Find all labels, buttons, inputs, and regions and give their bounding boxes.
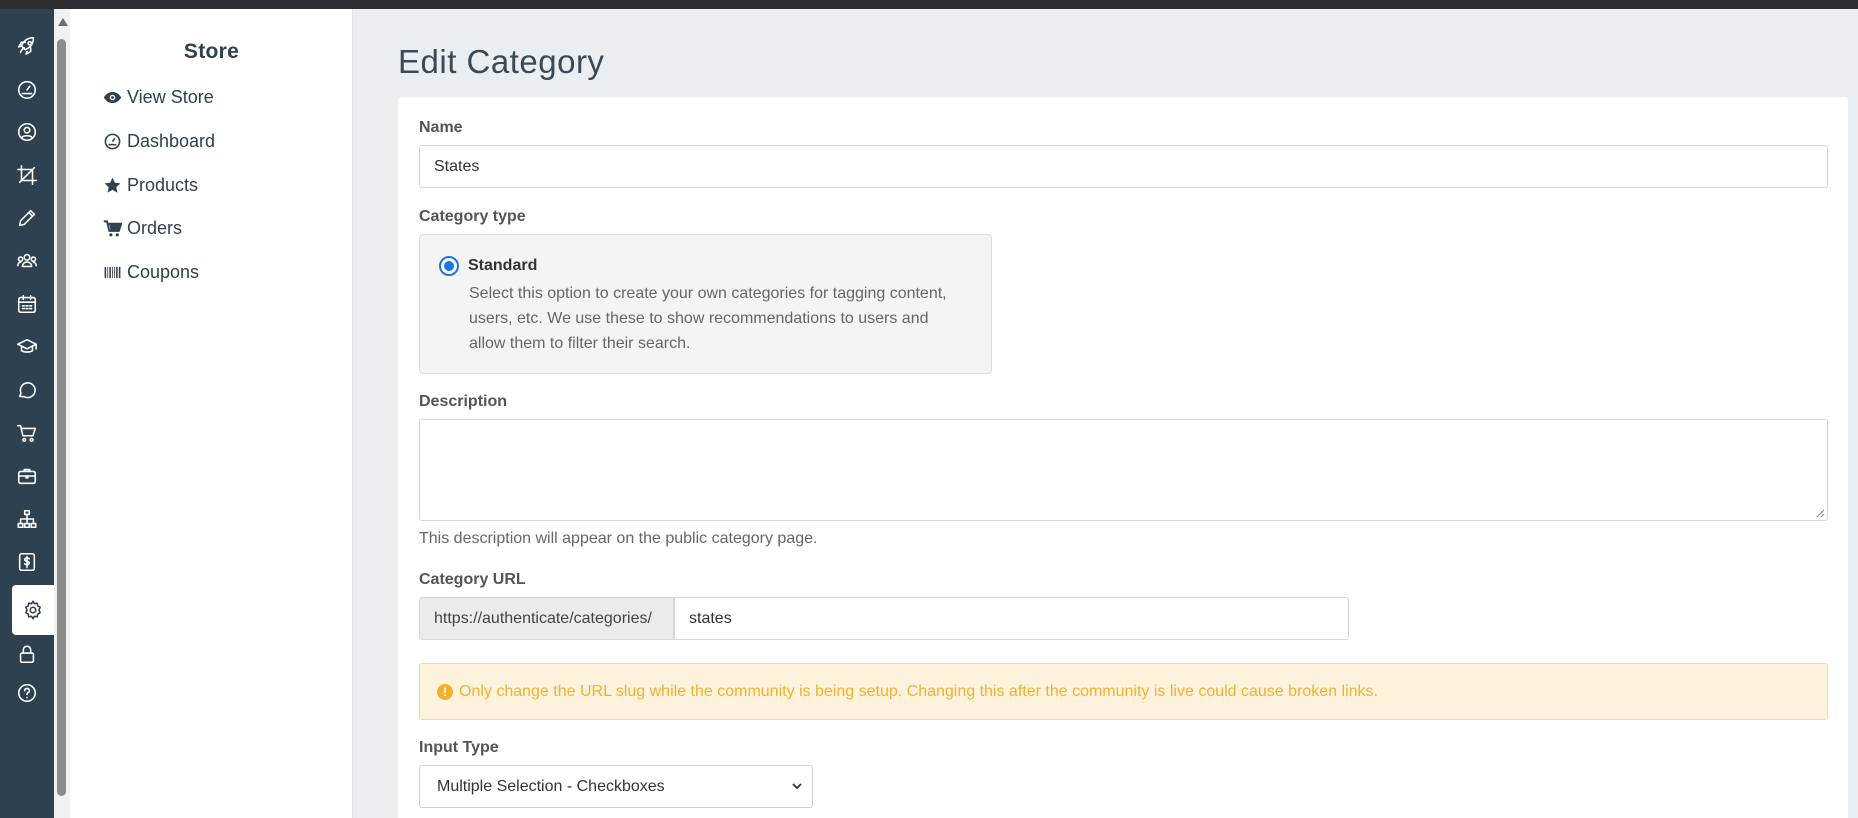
briefcase-icon[interactable] [12,461,42,491]
pencil-icon[interactable] [12,203,42,233]
graduation-cap-icon[interactable] [12,332,42,362]
gauge-icon[interactable] [12,74,42,104]
category-url-slug-input[interactable]: states [674,597,1349,640]
page-title: Edit Category [398,43,605,80]
warning-icon: ! [437,683,453,700]
standard-radio[interactable] [439,256,459,276]
chevron-down-icon [792,783,802,790]
input-type-select[interactable]: Multiple Selection - Checkboxes [419,765,813,808]
main-content: Edit Category Name States Category type … [353,9,1858,818]
input-type-selected-value: Multiple Selection - Checkboxes [437,777,665,795]
category-type-option-standard[interactable]: Standard Select this option to create yo… [419,234,992,374]
star-icon [101,174,123,196]
dashboard-icon [101,130,123,152]
dollar-icon[interactable] [12,547,42,577]
chat-icon[interactable] [12,375,42,405]
category-type-label: Category type [419,208,526,225]
users-icon[interactable] [12,246,42,276]
cart-icon[interactable] [12,418,42,448]
subnav-item-label: Products [127,174,199,195]
subnav-item-label: Orders [127,217,183,238]
subnav-item-products[interactable]: Products [101,171,198,199]
scrollbar-thumb[interactable] [57,39,66,796]
category-url-prefix: https://authenticate/categories/ [419,597,674,640]
lock-icon[interactable] [12,639,42,669]
subnav-item-label: Coupons [127,261,200,282]
standard-radio-label: Standard [468,257,538,274]
rocket-icon[interactable] [12,31,42,61]
name-label: Name [419,119,463,136]
edit-category-form: Name States Category type Standard Selec… [398,97,1848,818]
standard-description: Select this option to create your own ca… [469,285,947,352]
name-input[interactable]: States [419,145,1828,188]
subnav-item-orders[interactable]: Orders [101,214,182,242]
description-label: Description [419,393,508,410]
gear-icon[interactable] [12,585,54,635]
subnav-item-coupons[interactable]: Coupons [101,258,199,286]
user-circle-icon[interactable] [12,117,42,147]
help-icon[interactable] [12,678,42,708]
subnav-item-dashboard[interactable]: Dashboard [101,127,215,155]
description-textarea[interactable] [419,419,1828,521]
url-slug-warning: ! Only change the URL slug while the com… [419,663,1828,720]
top-bar [0,0,1858,9]
category-url-label: Category URL [419,571,526,588]
subnav-item-view-store[interactable]: View Store [101,83,214,111]
sitemap-icon[interactable] [12,504,42,534]
crop-icon[interactable] [12,160,42,190]
cart-icon [101,217,123,239]
subnav-title: Store [183,40,240,63]
description-help-text: This description will appear on the publ… [419,530,818,547]
scroll-up-arrow-icon[interactable] [58,18,68,26]
store-subnav: Store View Store Dashboard Products Orde… [70,9,353,818]
icon-rail [0,9,54,818]
barcode-icon [101,261,123,283]
resize-grip-icon[interactable] [1815,508,1825,518]
subnav-item-label: Dashboard [127,130,216,151]
subnav-item-label: View Store [127,86,214,107]
input-type-label: Input Type [419,739,499,756]
calendar-icon[interactable] [12,289,42,319]
warning-text: Only change the URL slug while the commu… [459,682,1378,700]
sidebar-scrollbar[interactable] [54,9,70,818]
eye-icon [101,86,123,108]
